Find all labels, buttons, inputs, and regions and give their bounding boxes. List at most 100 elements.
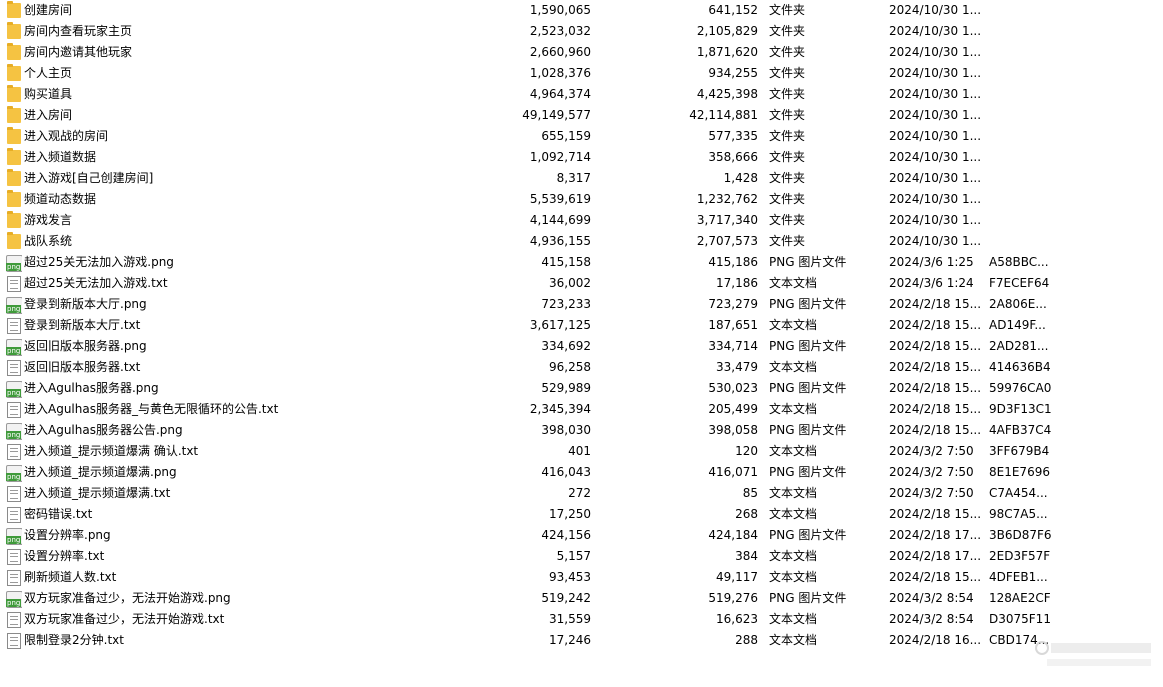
file-name: 设置分辨率.txt xyxy=(24,549,105,563)
file-crc xyxy=(989,168,1069,189)
file-row[interactable]: 双方玩家准备过少，无法开始游戏.png 519,242 519,276 PNG 图片文… xyxy=(0,588,1163,609)
file-icon-cell xyxy=(6,63,22,84)
file-row[interactable]: 游戏发言 4,144,699 3,717,340 文件夹 2024/10/30 1... xyxy=(0,210,1163,231)
file-name: 频道动态数据 xyxy=(24,192,97,206)
file-modified-date: 2024/10/30 1... xyxy=(889,171,982,185)
file-name: 登录到新版本大厅.txt xyxy=(24,318,141,332)
file-packed-size: 120 xyxy=(735,444,758,458)
file-type: 文本文档 xyxy=(769,444,818,458)
file-row[interactable]: 双方玩家准备过少，无法开始游戏.txt 31,559 16,623 文本文档 2024/… xyxy=(0,609,1163,630)
file-icon-cell xyxy=(6,336,22,357)
png-icon xyxy=(6,297,22,314)
file-icon-cell xyxy=(6,399,22,420)
folder-icon xyxy=(7,22,21,39)
file-size: 1,092,714 xyxy=(529,150,591,164)
file-icon-cell xyxy=(6,441,22,462)
file-row[interactable]: 进入房间 49,149,577 42,114,881 文件夹 2024/10/30 1.… xyxy=(0,105,1163,126)
file-packed-size: 4,425,398 xyxy=(696,87,758,101)
file-row[interactable]: 进入Agulhas服务器_与黄色无限循环的公告.txt 2,345,394 205,… xyxy=(0,399,1163,420)
file-row[interactable]: 进入观战的房间 655,159 577,335 文件夹 2024/10/30 1... xyxy=(0,126,1163,147)
file-row[interactable]: 登录到新版本大厅.png 723,233 723,279 PNG 图片文件 2024/2… xyxy=(0,294,1163,315)
file-packed-size: 187,651 xyxy=(708,318,758,332)
file-row[interactable]: 刷新频道人数.txt 93,453 49,117 文本文档 2024/2/18 15..… xyxy=(0,567,1163,588)
file-type: 文件夹 xyxy=(769,129,806,143)
file-name: 进入观战的房间 xyxy=(24,129,109,143)
file-modified-date: 2024/10/30 1... xyxy=(889,129,982,143)
file-list[interactable]: 创建房间 1,590,065 641,152 文件夹 2024/10/30 1... 房间… xyxy=(0,0,1163,651)
file-size: 1,028,376 xyxy=(529,66,591,80)
file-row[interactable]: 个人主页 1,028,376 934,255 文件夹 2024/10/30 1... xyxy=(0,63,1163,84)
file-crc: D3075F11 xyxy=(989,612,1051,626)
file-icon-cell xyxy=(6,378,22,399)
file-packed-size: 934,255 xyxy=(708,66,758,80)
file-icon-cell xyxy=(6,420,22,441)
file-row[interactable]: 进入频道_提示频道爆满 确认.txt 401 120 文本文档 2024/3/2 7:5… xyxy=(0,441,1163,462)
png-icon xyxy=(6,465,22,482)
file-modified-date: 2024/10/30 1... xyxy=(889,24,982,38)
file-modified-date: 2024/10/30 1... xyxy=(889,45,982,59)
file-row[interactable]: 战队系统 4,936,155 2,707,573 文件夹 2024/10/30 1... xyxy=(0,231,1163,252)
file-row[interactable]: 设置分辨率.png 424,156 424,184 PNG 图片文件 2024/2/18… xyxy=(0,525,1163,546)
file-size: 424,156 xyxy=(541,528,591,542)
file-modified-date: 2024/2/18 15... xyxy=(889,570,982,584)
file-packed-size: 1,871,620 xyxy=(696,45,758,59)
file-packed-size: 530,023 xyxy=(708,381,758,395)
file-name: 创建房间 xyxy=(24,3,73,17)
file-row[interactable]: 进入频道_提示频道爆满.png 416,043 416,071 PNG 图片文件 202… xyxy=(0,462,1163,483)
file-type: 文本文档 xyxy=(769,486,818,500)
file-icon-cell xyxy=(6,567,22,588)
file-type: 文本文档 xyxy=(769,276,818,290)
file-modified-date: 2024/2/18 15... xyxy=(889,318,982,332)
file-size: 49,149,577 xyxy=(522,108,591,122)
file-modified-date: 2024/2/18 15... xyxy=(889,402,982,416)
file-modified-date: 2024/3/6 1:24 xyxy=(889,276,974,290)
file-modified-date: 2024/10/30 1... xyxy=(889,87,982,101)
file-row[interactable]: 房间内邀请其他玩家 2,660,960 1,871,620 文件夹 2024/10/30… xyxy=(0,42,1163,63)
file-row[interactable]: 频道动态数据 5,539,619 1,232,762 文件夹 2024/10/30 1.… xyxy=(0,189,1163,210)
file-crc: 59976CA0 xyxy=(989,381,1052,395)
file-type: PNG 图片文件 xyxy=(769,423,847,437)
file-name: 进入Agulhas服务器.png xyxy=(24,381,159,395)
file-crc: F7ECEF64 xyxy=(989,276,1050,290)
file-row[interactable]: 返回旧版本服务器.txt 96,258 33,479 文本文档 2024/2/18 15… xyxy=(0,357,1163,378)
file-type: 文件夹 xyxy=(769,171,806,185)
file-modified-date: 2024/3/2 7:50 xyxy=(889,486,974,500)
folder-icon xyxy=(7,106,21,123)
file-row[interactable]: 超过25关无法加入游戏.png 415,158 415,186 PNG 图片文件 202… xyxy=(0,252,1163,273)
file-row[interactable]: 返回旧版本服务器.png 334,692 334,714 PNG 图片文件 2024/2… xyxy=(0,336,1163,357)
file-crc: 4AFB37C4 xyxy=(989,423,1052,437)
file-modified-date: 2024/10/30 1... xyxy=(889,66,982,80)
file-icon-cell xyxy=(6,147,22,168)
file-row[interactable]: 进入Agulhas服务器公告.png 398,030 398,058 PNG 图片文件… xyxy=(0,420,1163,441)
file-row[interactable]: 限制登录2分钟.txt 17,246 288 文本文档 2024/2/18 16... C… xyxy=(0,630,1163,651)
file-packed-size: 42,114,881 xyxy=(689,108,758,122)
file-modified-date: 2024/2/18 15... xyxy=(889,360,982,374)
file-type: 文件夹 xyxy=(769,87,806,101)
file-row[interactable]: 超过25关无法加入游戏.txt 36,002 17,186 文本文档 2024/3/6 … xyxy=(0,273,1163,294)
file-row[interactable]: 购买道具 4,964,374 4,425,398 文件夹 2024/10/30 1... xyxy=(0,84,1163,105)
file-packed-size: 424,184 xyxy=(708,528,758,542)
txt-icon xyxy=(7,318,21,334)
file-row[interactable]: 进入Agulhas服务器.png 529,989 530,023 PNG 图片文件 20… xyxy=(0,378,1163,399)
file-type: PNG 图片文件 xyxy=(769,591,847,605)
file-row[interactable]: 进入频道_提示频道爆满.txt 272 85 文本文档 2024/3/2 7:50 C7A… xyxy=(0,483,1163,504)
file-packed-size: 398,058 xyxy=(708,423,758,437)
file-modified-date: 2024/2/18 15... xyxy=(889,381,982,395)
file-row[interactable]: 密码错误.txt 17,250 268 文本文档 2024/2/18 15... 98C7… xyxy=(0,504,1163,525)
file-icon-cell xyxy=(6,126,22,147)
file-type: 文本文档 xyxy=(769,549,818,563)
file-row[interactable]: 进入频道数据 1,092,714 358,666 文件夹 2024/10/30 1... xyxy=(0,147,1163,168)
file-modified-date: 2024/10/30 1... xyxy=(889,234,982,248)
watermark xyxy=(1033,639,1153,669)
file-row[interactable]: 创建房间 1,590,065 641,152 文件夹 2024/10/30 1... xyxy=(0,0,1163,21)
file-type: 文本文档 xyxy=(769,570,818,584)
file-row[interactable]: 进入游戏[自己创建房间] 8,317 1,428 文件夹 2024/10/30 1... xyxy=(0,168,1163,189)
file-row[interactable]: 登录到新版本大厅.txt 3,617,125 187,651 文本文档 2024/2/1… xyxy=(0,315,1163,336)
file-packed-size: 85 xyxy=(742,486,758,500)
file-row[interactable]: 设置分辨率.txt 5,157 384 文本文档 2024/2/18 17... 2ED3… xyxy=(0,546,1163,567)
file-packed-size: 3,717,340 xyxy=(696,213,758,227)
file-packed-size: 2,105,829 xyxy=(696,24,758,38)
file-modified-date: 2024/2/18 15... xyxy=(889,297,982,311)
file-packed-size: 416,071 xyxy=(708,465,758,479)
file-row[interactable]: 房间内查看玩家主页 2,523,032 2,105,829 文件夹 2024/10/30… xyxy=(0,21,1163,42)
